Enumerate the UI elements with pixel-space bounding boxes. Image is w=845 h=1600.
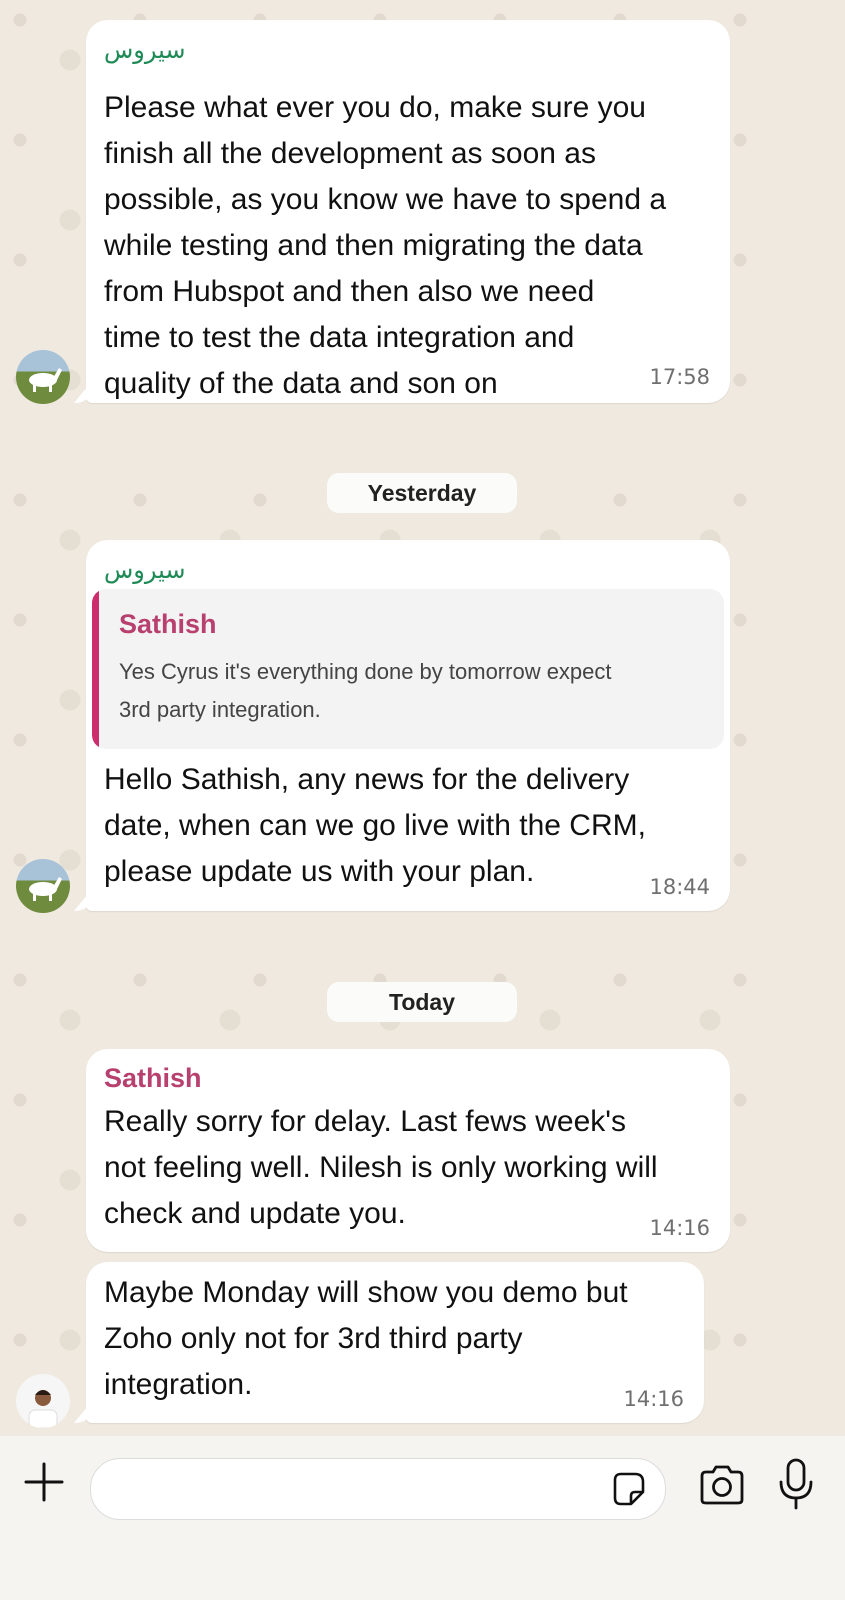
sender-name[interactable]: Sathish xyxy=(104,1063,202,1094)
contact-avatar[interactable] xyxy=(16,1374,70,1428)
message-text: Hello Sathish, any news for the delivery… xyxy=(104,763,646,888)
quoted-text: Yes Cyrus it's everything done by tomorr… xyxy=(119,659,612,722)
message-text: Please what ever you do, make sure you f… xyxy=(104,91,667,400)
contact-avatar[interactable] xyxy=(16,859,70,913)
quoted-sender-name: Sathish xyxy=(119,609,217,639)
message-text: Really sorry for delay. Last fews week's… xyxy=(104,1105,658,1230)
message-bubble[interactable]: سیروس Sathish Yes Cyrus it's everything … xyxy=(86,540,730,911)
date-separator: Yesterday xyxy=(327,473,517,513)
chat-area[interactable]: سیروس Please what ever you do, make sure… xyxy=(0,0,845,1436)
quote-bar xyxy=(92,589,99,749)
camera-icon[interactable] xyxy=(698,1464,746,1506)
message-text: Maybe Monday will show you demo but Zoho… xyxy=(104,1276,628,1401)
sender-name[interactable]: سیروس xyxy=(104,556,185,584)
message-time: 14:16 xyxy=(623,1387,684,1411)
message-time: 18:44 xyxy=(649,875,710,899)
microphone-icon[interactable] xyxy=(778,1458,814,1510)
message-time: 17:58 xyxy=(649,365,710,389)
message-composer xyxy=(0,1436,845,1600)
sticker-icon[interactable] xyxy=(609,1470,647,1508)
message-bubble[interactable]: Sathish Really sorry for delay. Last few… xyxy=(86,1049,730,1252)
date-separator: Today xyxy=(327,982,517,1022)
sender-name[interactable]: سیروس xyxy=(104,36,185,64)
message-bubble[interactable]: Maybe Monday will show you demo but Zoho… xyxy=(86,1262,704,1423)
quoted-message[interactable]: Sathish Yes Cyrus it's everything done b… xyxy=(92,589,724,749)
plus-icon[interactable] xyxy=(22,1460,66,1504)
contact-avatar[interactable] xyxy=(16,350,70,404)
message-time: 14:16 xyxy=(649,1216,710,1240)
message-bubble[interactable]: سیروس Please what ever you do, make sure… xyxy=(86,20,730,403)
message-input[interactable] xyxy=(90,1458,666,1520)
